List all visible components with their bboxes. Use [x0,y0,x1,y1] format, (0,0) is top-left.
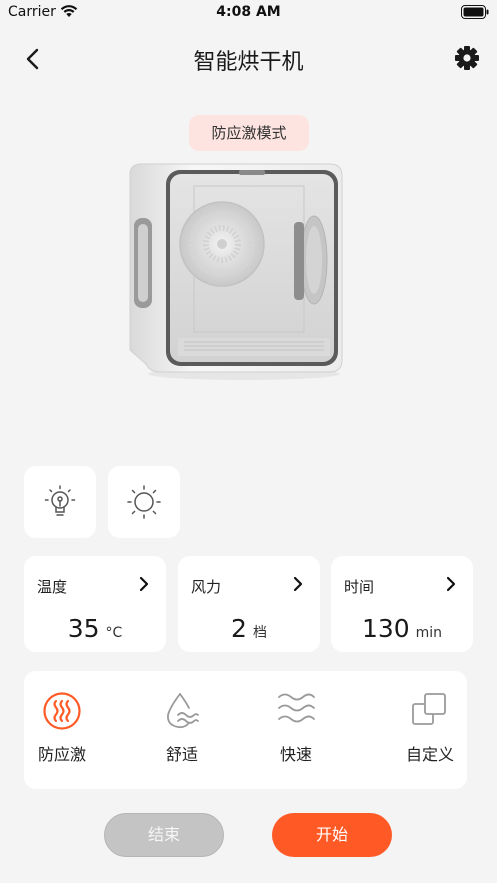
mode-comfort-label: 舒适 [165,745,198,764]
nav-bar: 智能烘干机 [0,30,497,86]
mode-fast-label: 快速 [279,745,312,764]
settings-button[interactable] [453,44,481,72]
gear-icon [455,46,479,70]
steam-icon [43,692,81,730]
mode-custom-label: 自定义 [405,745,454,764]
start-button[interactable]: 开始 [272,813,392,857]
page-title: 智能烘干机 [193,50,304,75]
temperature-label: 温度 [37,578,68,596]
custom-squares-icon [412,693,446,725]
chevron-right-icon [446,576,456,592]
end-button[interactable]: 结束 [104,813,224,857]
dryer-device-image [129,163,343,380]
wind-card[interactable]: 风力 2档 [178,556,320,652]
temperature-card[interactable]: 温度 35 °C [24,556,166,652]
wind-waves-icon [278,693,315,723]
lightbulb-icon [44,485,76,516]
sterilize-toggle-tile[interactable] [108,466,180,538]
time-label: 时间 [344,578,375,596]
back-button[interactable] [18,44,48,74]
time-unit: min [415,625,443,641]
clock: 4:08 AM [216,4,281,20]
wind-label: 风力 [191,578,222,596]
mode-selector: 防应激 舒适 快速 自定义 [24,671,467,789]
chevron-right-icon [293,576,303,592]
battery-icon [461,5,489,19]
mode-fast[interactable]: 快速 [256,671,336,789]
wind-unit: 档 [252,625,267,641]
temperature-value: 35 [67,614,100,643]
mode-anti-stress[interactable]: 防应激 [22,671,102,789]
mode-anti-stress-label: 防应激 [37,745,86,764]
water-drop-icon [167,693,199,729]
temperature-unit: °C [105,625,123,641]
sun-icon [127,485,161,519]
wind-value: 2 [231,614,247,643]
chevron-right-icon [139,576,149,592]
time-card[interactable]: 时间 130 min [331,556,473,652]
mode-custom[interactable]: 自定义 [390,671,470,789]
mode-comfort[interactable]: 舒适 [142,671,222,789]
current-mode-tag: 防应激模式 [189,115,309,151]
chevron-left-icon [26,48,39,70]
light-toggle-tile[interactable] [24,466,96,538]
status-bar: Carrier 4:08 AM [0,0,497,26]
time-value: 130 [361,614,410,643]
